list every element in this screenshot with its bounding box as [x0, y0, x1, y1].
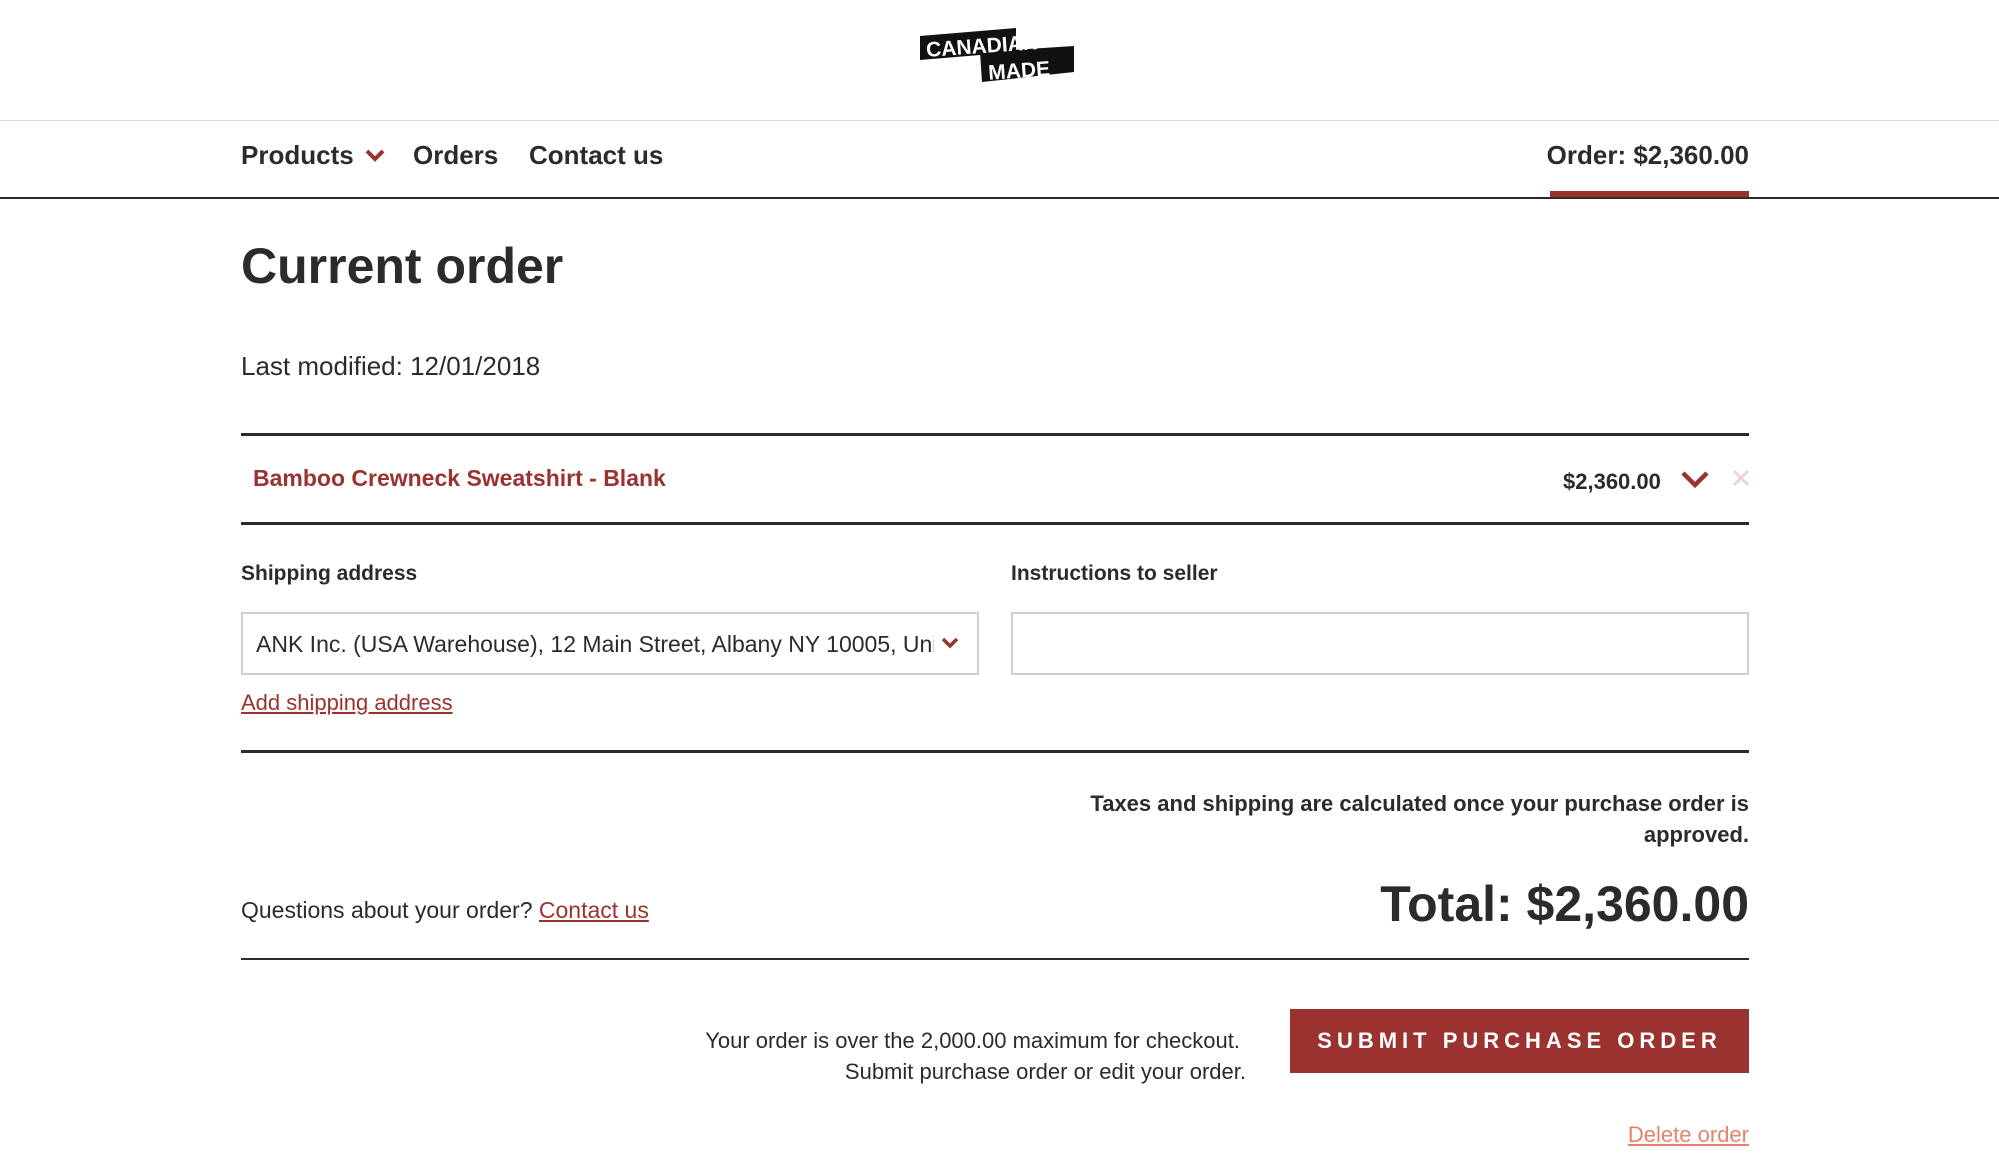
close-icon[interactable] [1729, 466, 1753, 490]
add-shipping-address-link[interactable]: Add shipping address [241, 690, 453, 716]
divider [241, 750, 1749, 753]
checkout-message-line1: Your order is over the 2,000.00 maximum … [705, 1028, 1240, 1053]
nav-contact-us[interactable]: Contact us [529, 140, 663, 171]
shipping-address-value: ANK Inc. (USA Warehouse), 12 Main Street… [256, 631, 934, 657]
order-item-price: $2,360.00 [1563, 469, 1661, 494]
chevron-down-icon[interactable] [1680, 469, 1710, 491]
shipping-address-label: Shipping address [241, 562, 418, 585]
taxes-note: Taxes and shipping are calculated once y… [1090, 791, 1749, 847]
divider [241, 958, 1749, 960]
chevron-down-icon [365, 149, 385, 162]
questions-text: Questions about your order? [241, 897, 533, 923]
divider [241, 522, 1749, 525]
instructions-input[interactable] [1011, 612, 1749, 675]
order-total: Total: $2,360.00 [1380, 876, 1749, 932]
order-item-name[interactable]: Bamboo Crewneck Sweatshirt - Blank [253, 465, 666, 492]
instructions-label: Instructions to seller [1011, 562, 1218, 585]
canadian-made-logo[interactable]: CANADIAN MADE [918, 22, 1074, 88]
chevron-down-icon [941, 637, 959, 649]
nav-order-total[interactable]: Order: $2,360.00 [1547, 140, 1749, 171]
nav-products[interactable]: Products [241, 140, 386, 171]
checkout-message-line2: Submit purchase order or edit your order… [844, 1059, 1246, 1084]
nav-divider [0, 197, 1999, 199]
logo-text-line2: MADE [988, 57, 1051, 84]
header-divider [0, 120, 1999, 121]
shipping-address-select[interactable]: ANK Inc. (USA Warehouse), 12 Main Street… [241, 612, 979, 675]
contact-us-link[interactable]: Contact us [539, 897, 649, 923]
divider [241, 433, 1749, 436]
questions-row: Questions about your order? Contact us [241, 897, 649, 924]
submit-purchase-order-button[interactable]: SUBMIT PURCHASE ORDER [1290, 1009, 1749, 1073]
nav-products-label: Products [241, 140, 354, 170]
nav-orders[interactable]: Orders [413, 140, 498, 171]
checkout-message: Your order is over the 2,000.00 maximum … [705, 1025, 1246, 1087]
delete-order-link[interactable]: Delete order [1628, 1122, 1749, 1148]
page-title: Current order [241, 238, 564, 294]
last-modified: Last modified: 12/01/2018 [241, 351, 541, 381]
